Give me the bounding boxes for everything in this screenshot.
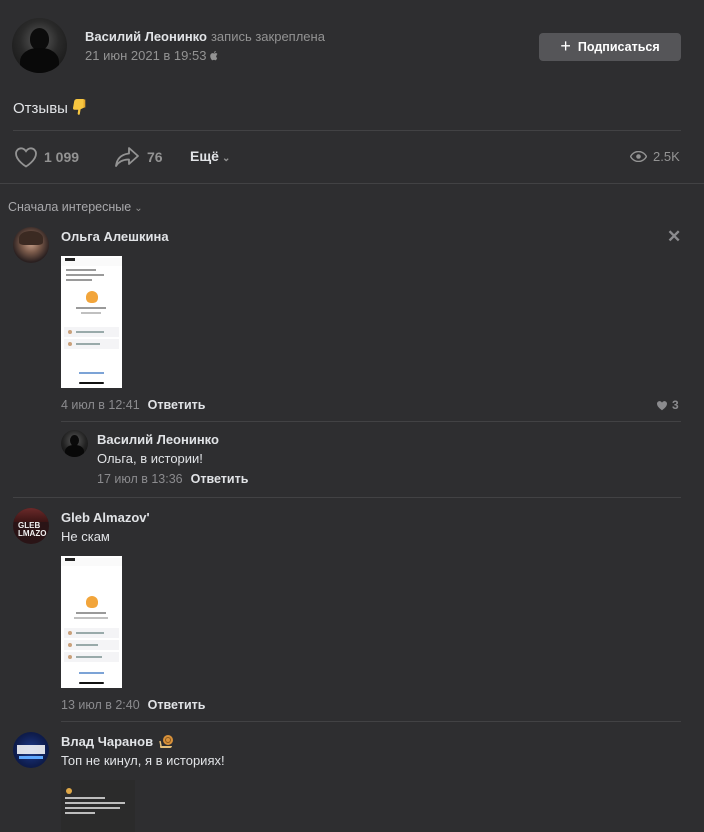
views-count: 2.5K bbox=[653, 149, 680, 164]
comment-divider bbox=[61, 421, 681, 422]
comment-divider bbox=[13, 497, 681, 498]
comment-like-count: 3 bbox=[672, 398, 679, 412]
comment-author[interactable]: Ольга Алешкина bbox=[61, 229, 169, 244]
heart-icon bbox=[657, 400, 667, 410]
comment-time[interactable]: 4 июл в 12:41 bbox=[61, 398, 140, 412]
comment-text: Топ не кинул, я в историях! bbox=[61, 753, 225, 768]
post-text-content: Отзывы bbox=[13, 100, 68, 117]
reply-meta: 17 июл в 13:36 Ответить bbox=[97, 472, 248, 486]
reply-button[interactable]: Ответить bbox=[148, 398, 206, 412]
avatar-logo-text: GLEB LMAZO bbox=[18, 521, 47, 538]
comment-meta: 13 июл в 2:40 Ответить bbox=[61, 698, 205, 712]
avatar-silhouette-head bbox=[30, 28, 49, 50]
like-count: 1 099 bbox=[44, 149, 80, 165]
comment-avatar[interactable] bbox=[13, 732, 49, 768]
pinned-label: запись закреплена bbox=[210, 29, 325, 44]
actions-divider bbox=[0, 183, 704, 184]
post-text: Отзывы bbox=[13, 99, 86, 117]
author-avatar[interactable] bbox=[12, 18, 67, 73]
apple-icon bbox=[210, 51, 218, 61]
share-count: 76 bbox=[147, 149, 163, 165]
comment-author[interactable]: Влад Чаранов bbox=[61, 734, 174, 749]
share-button[interactable]: 76 bbox=[114, 146, 163, 168]
post-author-name[interactable]: Василий Леонинко bbox=[85, 29, 207, 44]
reply-author[interactable]: Василий Леонинко bbox=[97, 432, 219, 447]
reply-button[interactable]: Ответить bbox=[148, 698, 206, 712]
views-counter: 2.5K bbox=[630, 149, 680, 164]
comment-avatar[interactable]: GLEB LMAZO bbox=[13, 508, 49, 544]
more-menu-button[interactable]: Ещё ⌄ bbox=[190, 148, 230, 164]
post-date: 21 июн 2021 в 19:53 bbox=[85, 48, 218, 63]
avatar-hair bbox=[19, 231, 43, 245]
chevron-down-icon: ⌄ bbox=[221, 153, 231, 164]
reply-button[interactable]: Ответить bbox=[191, 472, 249, 486]
close-icon[interactable]: ✕ bbox=[667, 228, 681, 245]
comment-author-name[interactable]: Влад Чаранов bbox=[61, 734, 153, 749]
eye-icon bbox=[630, 151, 647, 162]
sort-label: Сначала интересные bbox=[8, 200, 132, 214]
reply-text: Ольга, в истории! bbox=[97, 451, 203, 466]
comment-attachment-image[interactable] bbox=[61, 256, 122, 388]
snail-emoji-icon bbox=[158, 735, 173, 748]
like-button[interactable]: 1 099 bbox=[14, 146, 79, 168]
share-arrow-icon bbox=[115, 147, 139, 167]
post-date-text[interactable]: 21 июн 2021 в 19:53 bbox=[85, 48, 206, 63]
comment-like-button[interactable]: 3 bbox=[656, 398, 679, 412]
plus-icon: + bbox=[560, 36, 571, 56]
chevron-down-icon: ⌄ bbox=[134, 203, 143, 214]
subscribe-button[interactable]: + Подписаться bbox=[539, 33, 681, 61]
comment-avatar[interactable] bbox=[13, 227, 49, 263]
reply-avatar[interactable] bbox=[61, 430, 88, 457]
post-author[interactable]: Василий Леонинко запись закреплена bbox=[85, 29, 325, 44]
comment-text: Не скам bbox=[61, 529, 110, 544]
thumbs-down-emoji-icon bbox=[72, 99, 86, 115]
heart-icon bbox=[15, 147, 37, 168]
subscribe-label: Подписаться bbox=[577, 40, 660, 54]
more-label: Ещё bbox=[190, 148, 219, 164]
comment-time[interactable]: 13 июл в 2:40 bbox=[61, 698, 140, 712]
avatar-silhouette-body bbox=[20, 48, 59, 73]
comment-meta: 4 июл в 12:41 Ответить bbox=[61, 398, 205, 412]
comment-author[interactable]: Gleb Almazov' bbox=[61, 510, 150, 525]
reply-time[interactable]: 17 июл в 13:36 bbox=[97, 472, 183, 486]
sort-dropdown[interactable]: Сначала интересные ⌄ bbox=[8, 200, 143, 214]
comment-divider bbox=[61, 721, 681, 722]
post-divider bbox=[13, 130, 681, 131]
comment-attachment-image[interactable] bbox=[61, 556, 122, 688]
comment-attachment-image[interactable] bbox=[61, 780, 135, 832]
